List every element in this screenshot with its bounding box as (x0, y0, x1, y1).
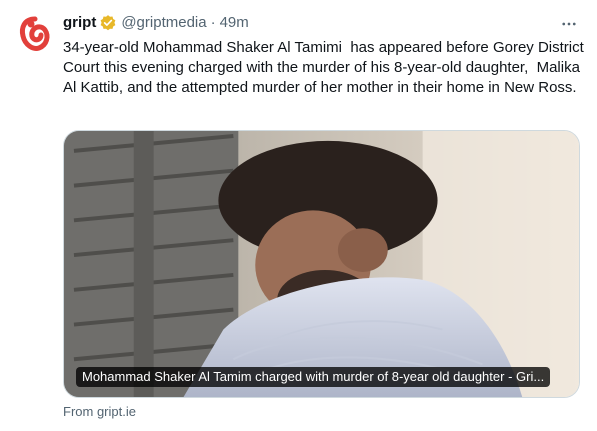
more-options-icon[interactable] (559, 14, 579, 34)
handle[interactable]: @griptmedia (121, 13, 206, 33)
gript-logo-icon (19, 16, 50, 51)
link-card[interactable]: Mohammad Shaker Al Tamim charged with mu… (63, 130, 580, 398)
tweet-header: gript @griptmedia · 49m (63, 12, 249, 34)
card-title[interactable]: Mohammad Shaker Al Tamim charged with mu… (76, 367, 551, 387)
timestamp[interactable]: 49m (220, 13, 249, 33)
avatar[interactable] (15, 14, 55, 54)
tweet[interactable]: gript @griptmedia · 49m 34-year-old Moha… (0, 0, 597, 431)
card-image (64, 131, 579, 397)
tweet-text: 34-year-old Mohammad Shaker Al Tamimi ha… (63, 39, 588, 96)
link-source[interactable]: From gript.ie (63, 404, 136, 420)
separator-dot: · (210, 14, 216, 31)
verified-badge-icon (99, 14, 117, 32)
display-name[interactable]: gript (63, 13, 96, 33)
